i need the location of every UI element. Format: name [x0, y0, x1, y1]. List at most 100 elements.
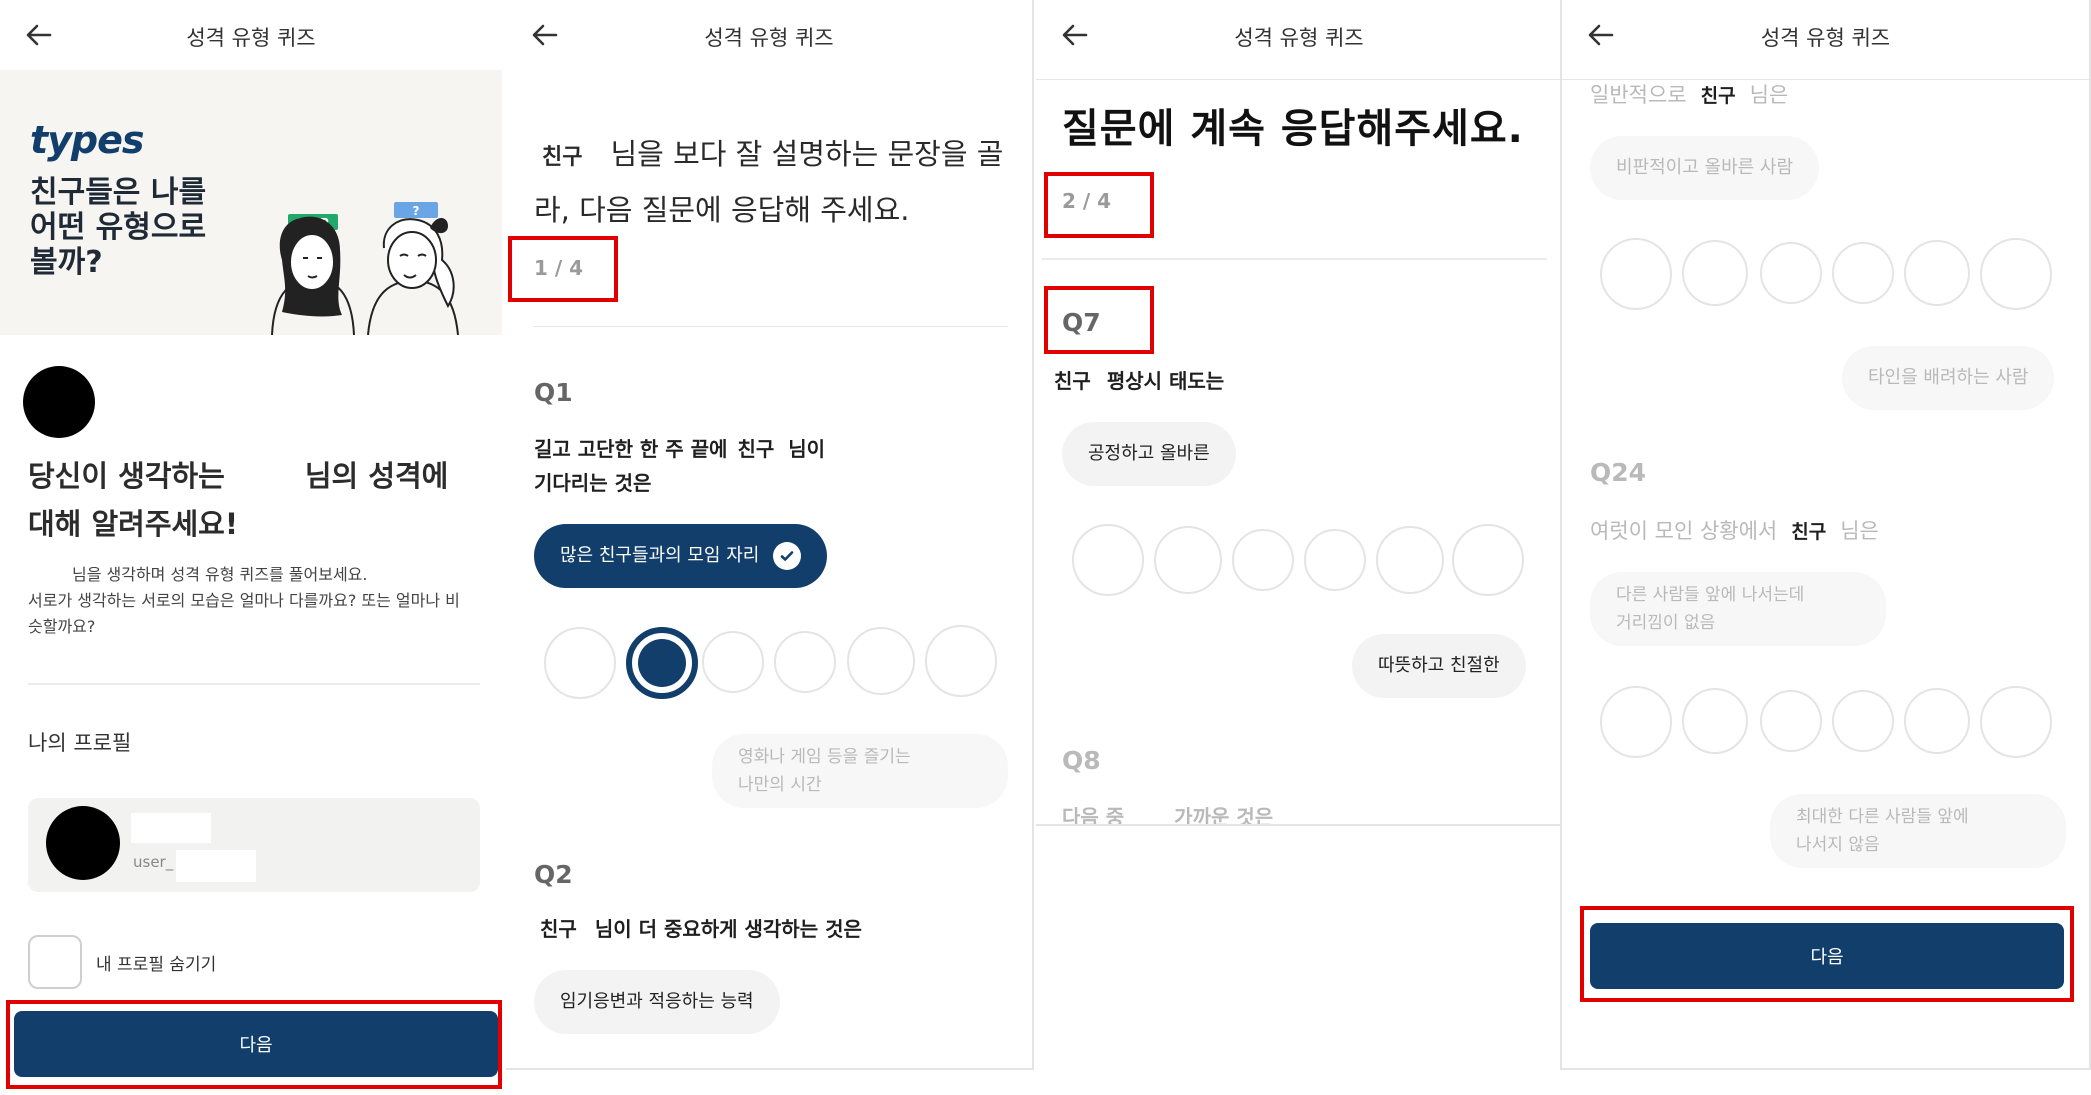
scale-option-4[interactable]: [774, 631, 836, 693]
top-bar: 성격 유형 퀴즈: [506, 0, 1032, 76]
option-b-line2: 나만의 시간: [738, 775, 822, 795]
scale-option-4[interactable]: [1832, 242, 1894, 304]
quiz-banner: types 친구들은 나를 어떤 유형으로 볼까? INFP ?: [0, 70, 502, 335]
scale-option-2[interactable]: [1682, 688, 1748, 754]
top-bar: 성격 유형 퀴즈: [1562, 0, 2089, 76]
scale-option-6[interactable]: [1452, 524, 1524, 596]
page-title: 성격 유형 퀴즈: [186, 26, 316, 50]
q8-text-part2: 가까운 것은: [1174, 805, 1274, 826]
question-label: Q1: [534, 378, 573, 407]
friend-name-tag: 친구: [1791, 521, 1827, 543]
scale-option-2[interactable]: [626, 627, 698, 699]
next-button[interactable]: 다음: [1590, 923, 2064, 989]
my-profile-card[interactable]: user_: [28, 798, 480, 892]
scale-option-6[interactable]: [1980, 238, 2052, 310]
option-b-label: 영화나 게임 등을 즐기는나만의 시간: [738, 743, 911, 799]
scale-option-2[interactable]: [1682, 240, 1748, 306]
scale-option-3[interactable]: [702, 631, 764, 693]
redacted-name: [131, 813, 211, 843]
friend-name-tag: 친구: [737, 437, 775, 461]
screen-intro: 성격 유형 퀴즈 types 친구들은 나를 어떤 유형으로 볼까? INFP …: [0, 0, 502, 1095]
intro-heading-part2: 님의 성격에: [304, 459, 449, 493]
option-b-line2: 나서지 않음: [1796, 835, 1880, 855]
screen-quiz-page-2: 성격 유형 퀴즈 질문에 계속 응답해주세요. 2 / 4 Q7 친구 평상시 태…: [1036, 0, 1564, 826]
option-a-pill[interactable]: 많은 친구들과의 모임 자리: [534, 524, 828, 588]
option-a-line1: 다른 사람들 앞에 나서는데: [1616, 585, 1805, 605]
question-label: Q2: [534, 860, 573, 889]
next-button[interactable]: 다음: [14, 1011, 498, 1077]
q23-text-part1: 일반적으로: [1590, 83, 1687, 107]
redacted-username: [176, 850, 256, 882]
question-text: 일반적으로 친구 님은: [1590, 78, 1788, 113]
scale-option-1[interactable]: [1600, 686, 1672, 758]
friend-name-tag: 친구: [542, 145, 583, 170]
option-a-pill[interactable]: 임기응변과 적응하는 능력: [534, 970, 780, 1034]
option-b-pill[interactable]: 영화나 게임 등을 즐기는나만의 시간: [712, 734, 1008, 808]
top-bar: 성격 유형 퀴즈: [1036, 0, 1562, 76]
scale-option-3[interactable]: [1760, 242, 1822, 304]
hide-profile-checkbox[interactable]: [28, 935, 82, 989]
profile-username: user_: [133, 853, 174, 871]
friend-name-tag: 친구: [1054, 369, 1091, 393]
profile-avatar: [46, 806, 120, 880]
question-text: 여럿이 모인 상황에서 친구 님은: [1590, 514, 1879, 549]
scale-option-5[interactable]: [847, 627, 915, 695]
question-text: 친구 님이 더 중요하게 생각하는 것은: [540, 912, 1010, 946]
divider: [1042, 258, 1547, 260]
scale-option-4[interactable]: [1304, 529, 1366, 591]
scale-option-5[interactable]: [1376, 526, 1444, 594]
option-a-pill[interactable]: 공정하고 올바른: [1062, 422, 1236, 486]
lead-question-text: 님을 보다 잘 설명하는 문장을 골라, 다음 질문에 응답해 주세요.: [534, 137, 1004, 227]
check-icon: [773, 542, 802, 570]
option-a-label: 공정하고 올바른: [1088, 443, 1210, 464]
option-a-label: 비판적이고 올바른 사람: [1616, 157, 1794, 178]
option-b-pill[interactable]: 타인을 배려하는 사람: [1842, 346, 2055, 410]
q23-text-part2: 님은: [1749, 83, 1789, 107]
intro-desc-line1: 님을 생각하며 성격 유형 퀴즈를 풀어보세요.: [72, 565, 368, 584]
two-people-illustration: INFP ?: [271, 202, 459, 335]
intro-heading-part3: 대해 알려주세요!: [28, 507, 239, 541]
page-title: 성격 유형 퀴즈: [1760, 26, 1891, 50]
scale-option-2[interactable]: [1154, 526, 1222, 594]
option-b-label: 따뜻하고 친절한: [1378, 655, 1500, 676]
option-b-pill[interactable]: 따뜻하고 친절한: [1352, 634, 1526, 698]
scale-option-6[interactable]: [1980, 686, 2052, 758]
types-logo: types: [30, 118, 145, 162]
q24-text-part2: 님은: [1840, 519, 1879, 543]
q7-text: 평상시 태도는: [1106, 369, 1225, 393]
friend-name-tag: 친구: [540, 917, 577, 941]
scale-option-5[interactable]: [1904, 240, 1970, 306]
scale-option-4[interactable]: [1832, 690, 1894, 752]
intro-description: 님을 생각하며 성격 유형 퀴즈를 풀어보세요. 서로가 생각하는 서로의 모습…: [28, 562, 468, 640]
scale-option-5[interactable]: [1904, 688, 1970, 754]
scale-option-3[interactable]: [1760, 690, 1822, 752]
question-text: 다음 중 가까운 것은: [1062, 800, 1274, 826]
page-title: 성격 유형 퀴즈: [1234, 26, 1364, 50]
question-label: Q8: [1062, 746, 1101, 775]
option-b-pill[interactable]: 최대한 다른 사람들 앞에 나서지 않음: [1770, 794, 2066, 868]
progress-indicator: 2 / 4: [1062, 189, 1112, 213]
q1-text-part2: 님이: [788, 437, 826, 461]
scale-option-1[interactable]: [544, 627, 616, 699]
intro-heading: 당신이 생각하는 님의 성격에 대해 알려주세요!: [28, 452, 478, 548]
lead-question: 친구 님을 보다 잘 설명하는 문장을 골라, 다음 질문에 응답해 주세요.: [534, 128, 1014, 236]
progress-indicator: 1 / 4: [534, 256, 584, 280]
option-a-pill[interactable]: 다른 사람들 앞에 나서는데 거리낌이 없음: [1590, 572, 1886, 646]
question-text: 친구 평상시 태도는: [1054, 364, 1224, 398]
question-label: Q24: [1590, 458, 1647, 487]
scale-option-6[interactable]: [925, 625, 997, 697]
intro-desc-line2: 서로가 생각하는 서로의 모습은 얼마나 다를까요? 또는 얼마나 비슷할까요?: [28, 591, 460, 636]
option-a-pill[interactable]: 비판적이고 올바른 사람: [1590, 136, 1820, 200]
my-profile-label: 나의 프로필: [28, 731, 132, 755]
unknown-badge-label: ?: [413, 204, 420, 218]
friend-name-tag: 친구: [1700, 85, 1736, 107]
scale-option-3[interactable]: [1232, 529, 1294, 591]
page-title: 성격 유형 퀴즈: [704, 26, 834, 50]
scale-option-1[interactable]: [1072, 524, 1144, 596]
scale-option-1[interactable]: [1600, 238, 1672, 310]
option-a-label: 임기응변과 적응하는 능력: [560, 991, 754, 1012]
option-b-label: 타인을 배려하는 사람: [1868, 367, 2029, 388]
q1-text-part1: 길고 고단한 한 주 끝에: [534, 437, 728, 461]
divider: [1036, 79, 1562, 80]
option-b-line1: 영화나 게임 등을 즐기는: [738, 747, 911, 767]
